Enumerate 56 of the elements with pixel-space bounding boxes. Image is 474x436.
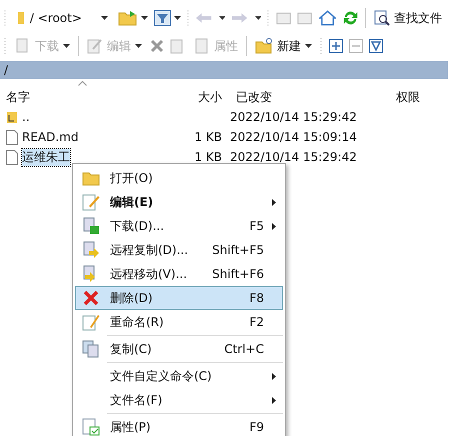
caret-icon[interactable] — [174, 16, 181, 20]
file-size: 1 KB — [193, 130, 223, 144]
copy-icon — [82, 241, 100, 259]
toolbar-grip-icon — [186, 9, 190, 27]
menu-item[interactable]: 远程复制(D)... Shift+F5 — [75, 238, 283, 262]
submenu-arrow-icon — [272, 372, 276, 380]
toolbar-button[interactable]: 新建 — [253, 38, 314, 54]
plus-icon[interactable] — [329, 39, 343, 53]
refresh-icon[interactable] — [342, 9, 359, 27]
caret-icon[interactable] — [218, 16, 226, 20]
column-header[interactable]: 名字 — [0, 88, 160, 106]
file-size: 1 KB — [193, 150, 223, 164]
menu-item[interactable]: 文件自定义命令(C) — [75, 364, 283, 388]
modified-date: 2022/10/14 15:09:14 — [230, 130, 358, 144]
submenu-arrow-icon — [272, 222, 276, 230]
menu-item[interactable]: 编辑(E) — [75, 190, 283, 214]
search-icon — [374, 10, 390, 26]
filter-icon[interactable] — [369, 39, 383, 53]
copy-icon — [82, 340, 100, 358]
toolbar-grip-icon — [4, 37, 7, 55]
toolbar-grip-icon — [267, 9, 270, 27]
home-icon[interactable] — [318, 10, 336, 26]
menu-item[interactable]: 复制(C) Ctrl+C — [75, 337, 283, 361]
pencil-document-icon — [82, 193, 100, 211]
column-header[interactable]: 权限 — [390, 88, 448, 106]
modified-date: 2022/10/14 15:29:42 — [230, 110, 358, 124]
toolbar-grip-icon — [4, 9, 7, 27]
caret-icon[interactable] — [140, 16, 148, 20]
find-files-button[interactable]: 查找文件 — [372, 10, 444, 26]
menu-item[interactable]: 删除(D) F8 — [75, 286, 283, 310]
file-icon — [6, 130, 18, 144]
edit-icon — [87, 38, 103, 54]
delete-icon — [83, 290, 99, 306]
menu-item[interactable]: 远程移动(V)... Shift+F6 — [75, 262, 283, 286]
file-name[interactable]: 运维朱工 — [22, 148, 70, 166]
filter-icon[interactable] — [154, 10, 171, 26]
caret-icon[interactable] — [305, 44, 312, 48]
caret-icon[interactable] — [100, 16, 108, 20]
path-bar: / — [0, 61, 448, 79]
new-folder-icon — [255, 38, 273, 54]
file-icon — [6, 150, 18, 164]
menu-item[interactable]: 下载(D)... F5 — [75, 214, 283, 238]
menu-item[interactable]: 重命名(R) F2 — [75, 310, 283, 334]
column-header[interactable]: 已改变 — [230, 88, 390, 106]
column-header[interactable]: 大小 — [160, 88, 230, 106]
delete-icon[interactable] — [150, 39, 164, 53]
submenu-arrow-icon — [272, 396, 276, 404]
modified-date: 2022/10/14 15:29:42 — [230, 150, 358, 164]
menu-item[interactable]: 文件名(F) — [75, 388, 283, 412]
caret-icon[interactable] — [254, 16, 262, 20]
menu-item[interactable]: 属性(P) F9 — [75, 415, 283, 436]
file-name[interactable]: .. — [22, 110, 30, 124]
menu-item[interactable]: 打开(O) — [75, 166, 283, 190]
file-name[interactable]: READ.md — [22, 130, 78, 144]
submenu-arrow-icon — [272, 198, 276, 206]
toolbar-grip-icon — [320, 37, 323, 55]
